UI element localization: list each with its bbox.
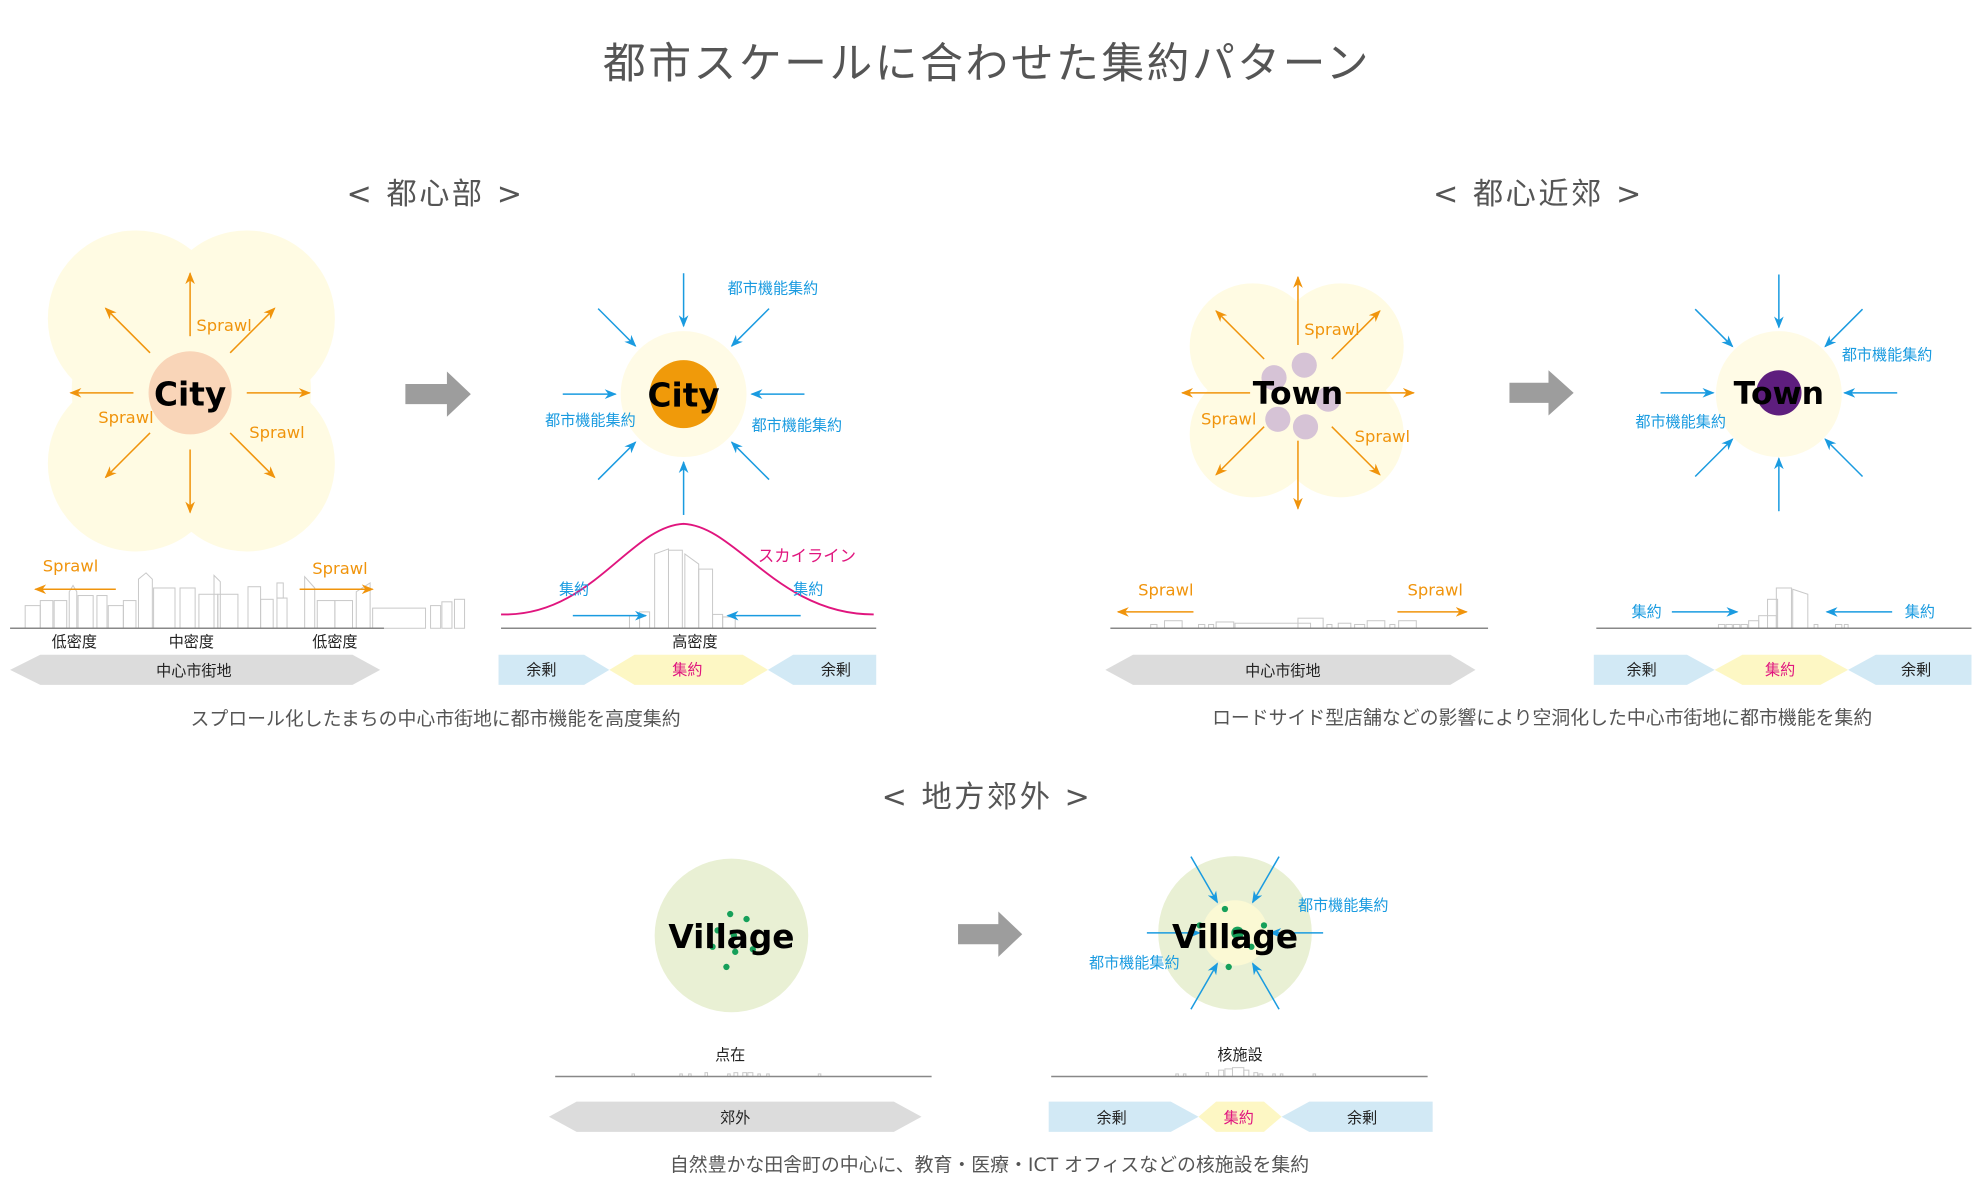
density-label: 低密度 <box>312 633 357 651</box>
profile-sprawl-right-label: Sprawl <box>312 559 367 578</box>
concentrate-label: 都市機能集約 <box>1089 954 1180 972</box>
city-label: City <box>154 375 226 413</box>
skyline-buildings <box>1175 1067 1317 1077</box>
suburban-before-diagram: Town Sprawl Sprawl Sprawl Sprawl Sprawl … <box>1105 275 1489 685</box>
sprawl-label: Sprawl <box>98 408 153 427</box>
transition-arrow <box>1509 370 1574 416</box>
density-label: 高密度 <box>672 633 717 651</box>
heading-urban: < 都心部 > <box>347 177 525 212</box>
skyline-curve <box>501 522 874 616</box>
concentrate-label: 都市機能集約 <box>752 417 843 435</box>
density-label: 低密度 <box>52 633 97 651</box>
facility-dot <box>1221 905 1229 913</box>
city-label: City <box>647 377 719 415</box>
surplus-label: 余剰 <box>1097 1109 1127 1127</box>
rural-before-diagram: Village 点在 郊外 <box>548 858 932 1132</box>
sprawl-label: Sprawl <box>1201 409 1256 428</box>
surplus-label: 余剰 <box>526 661 556 679</box>
heading-rural: < 地方郊外 > <box>882 780 1093 815</box>
suburban-after-diagram: Town 都市機能集約 都市機能集約 集約 集約 余剰 集約 余剰 <box>1593 274 1972 685</box>
caption-rural: 自然豊かな田舎町の中心に、教育・医療・ICT オフィスなどの核施設を集約 <box>670 1154 1309 1176</box>
profile-concentrate-label: 集約 <box>559 580 589 598</box>
concentrate-arrow <box>1824 308 1864 348</box>
urban-after-diagram: City 都市機能集約 都市機能集約 都市機能集約 集約 集約 スカイライン 高… <box>498 273 877 685</box>
concentrate-arrow <box>1694 438 1734 478</box>
town-label: Town <box>1734 376 1824 412</box>
concentrate-arrow <box>1824 438 1864 478</box>
sprawl-label: Sprawl <box>249 423 304 442</box>
profile-concentrate-label: 集約 <box>793 580 823 598</box>
distribution-label: 点在 <box>715 1046 745 1064</box>
profile-sprawl-left-label: Sprawl <box>43 557 98 576</box>
town-label: Town <box>1253 376 1343 412</box>
sprawl-label: Sprawl <box>196 316 251 335</box>
concentrate-label: 都市機能集約 <box>1842 346 1933 364</box>
urban-before-diagram: City Sprawl Sprawl Sprawl Sprawl Sprawl … <box>10 230 466 685</box>
concentrate-band-label: 集約 <box>672 661 702 679</box>
concentrate-label: 都市機能集約 <box>1635 413 1726 431</box>
caption-urban: スプロール化したまちの中心市街地に都市機能を高度集約 <box>190 708 680 730</box>
surplus-label: 余剰 <box>1901 661 1931 679</box>
concentrate-arrow <box>597 308 637 347</box>
surplus-label: 余剰 <box>1627 661 1657 679</box>
profile-sprawl-right-label: Sprawl <box>1407 581 1462 600</box>
surplus-label: 余剰 <box>821 661 851 679</box>
page-title: 都市スケールに合わせた集約パターン <box>603 39 1371 89</box>
heading-suburban: < 都心近郊 > <box>1433 177 1644 212</box>
facility-dot <box>727 910 734 918</box>
transition-arrow <box>405 371 471 417</box>
village-label: Village <box>668 918 794 956</box>
transition-arrow <box>958 911 1023 957</box>
rural-after-diagram: Village 都市機能集約 都市機能集約 核施設 余剰 集約 余剰 <box>1048 856 1433 1132</box>
concentrate-arrow <box>597 441 637 481</box>
concentrate-band-label: 集約 <box>1224 1109 1254 1127</box>
facility-dot <box>1225 963 1232 971</box>
profile-sprawl-left-label: Sprawl <box>1138 581 1193 600</box>
concentration-pattern-diagram: 都市スケールに合わせた集約パターン < 都心部 > < 都心近郊 > < 地方郊… <box>10 39 1972 1176</box>
profile-concentrate-label: 集約 <box>1632 603 1662 621</box>
concentrate-arrow <box>730 441 770 481</box>
concentrate-band-label: 集約 <box>1765 661 1795 679</box>
skyline-label: スカイライン <box>758 547 856 566</box>
skyline-buildings <box>24 572 466 629</box>
skyline-buildings <box>1717 587 1849 629</box>
surplus-label: 余剰 <box>1347 1109 1377 1127</box>
concentrate-label: 都市機能集約 <box>545 412 636 430</box>
area-band-label: 中心市街地 <box>1245 662 1320 680</box>
core-facility-label: 核施設 <box>1217 1046 1262 1064</box>
concentrate-label: 都市機能集約 <box>728 279 819 297</box>
skyline-buildings <box>1150 617 1417 629</box>
profile-concentrate-label: 集約 <box>1905 603 1935 621</box>
density-label: 中密度 <box>169 633 214 651</box>
concentrate-label: 都市機能集約 <box>1298 896 1389 914</box>
concentrate-arrow <box>730 308 770 347</box>
facility-dot <box>723 963 730 971</box>
sprawl-label: Sprawl <box>1355 427 1410 446</box>
area-band-label: 郊外 <box>720 1109 750 1127</box>
area-band-label: 中心市街地 <box>156 662 231 680</box>
concentrate-arrow <box>1694 308 1734 348</box>
caption-suburban: ロードサイド型店舗などの影響により空洞化した中心市街地に都市機能を集約 <box>1212 707 1872 729</box>
sprawl-label: Sprawl <box>1304 320 1359 339</box>
village-label: Village <box>1172 918 1298 956</box>
